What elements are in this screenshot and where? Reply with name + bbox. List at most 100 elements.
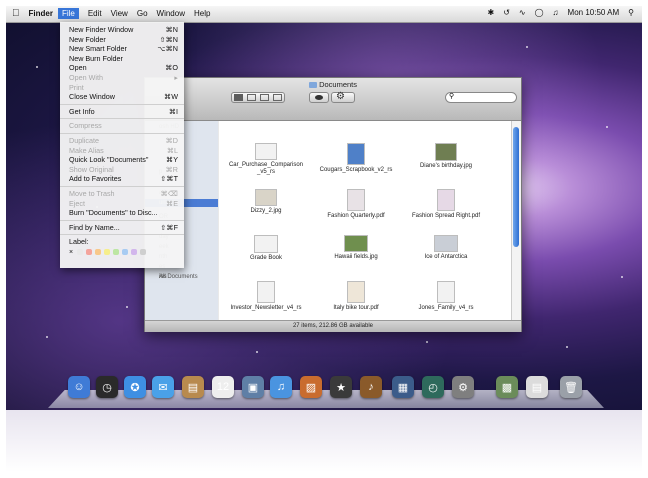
scrollbar-thumb[interactable] [513,127,519,247]
ichat-icon[interactable]: ✉ [152,376,174,398]
menu-item-get-info[interactable]: Get Info ⌘I [60,107,184,117]
preview-icon[interactable]: ▣ [242,376,264,398]
menu-separator [60,103,184,105]
apple-menu-icon[interactable]:  [12,8,20,19]
list-view-button[interactable] [247,94,256,101]
finder-window-title: Documents [145,80,521,89]
itunes-icon[interactable]: ♫ [270,376,292,398]
menu-separator [60,219,184,221]
menu-item-new-folder[interactable]: New Folder ⇧⌘N [60,35,184,45]
ichat-status-icon[interactable]: ◯ [535,8,544,17]
icon-view-button[interactable] [234,94,243,101]
menu-clock[interactable]: Mon 10:50 AM [568,8,620,17]
menu-item-move-to-trash: Move to Trash ⌘⌫ [69,188,178,198]
file-item[interactable]: Ice of Antarctica [404,235,488,261]
menu-item-compress: Compress [69,121,102,131]
search-input[interactable]: ⚲ [445,92,517,103]
menu-item-open-with: Open With ▸ [69,72,178,82]
label-swatch-orange[interactable] [95,249,102,256]
photo-stack-icon[interactable]: ▩ [496,376,518,398]
menu-separator [60,234,184,236]
bluetooth-icon[interactable]: ✱ [487,8,494,17]
label-swatch-purple[interactable] [131,249,138,256]
file-item[interactable]: Cougars_Scrapbook_v2_rs [314,143,398,174]
time-machine-menu-icon[interactable]: ↺ [503,8,510,17]
address-book-icon[interactable]: ▤ [182,376,204,398]
file-item[interactable]: Car_Purchase_Comparison _v5_rs [224,143,308,176]
pdf-icon [347,281,365,303]
view-mode-buttons[interactable] [231,92,285,103]
ical-icon[interactable]: 12 [212,376,234,398]
menu-file[interactable]: File [57,8,79,19]
column-view-button[interactable] [260,94,269,101]
menu-item-new-burn-folder[interactable]: New Burn Folder [60,54,184,64]
menu-item-burn-to-disc[interactable]: Burn "Documents" to Disc... [60,208,184,218]
file-item[interactable]: Italy bike tour.pdf [314,281,398,312]
menu-item-new-smart-folder[interactable]: New Smart Folder ⌥⌘N [60,44,184,54]
menu-item-show-original: Show Original ⌘R [69,164,178,174]
file-item[interactable]: Fashion Quarterly.pdf [314,189,398,220]
photo-icon [434,235,458,252]
safari-icon[interactable]: ✪ [124,376,146,398]
file-item[interactable]: Investor_Newsletter_v4_rs [224,281,308,312]
menu-view[interactable]: View [111,9,128,18]
vertical-scrollbar[interactable] [511,121,521,320]
photo-icon [347,143,365,165]
menu-edit[interactable]: Edit [88,9,102,18]
finder-window[interactable]: Documents ⚙ ⚲ osh HD p ations uments [144,77,522,332]
documents-stack-icon[interactable]: ▤ [526,376,548,398]
menu-separator [60,132,184,134]
file-item[interactable]: Hawaii fields.jpg [314,235,398,261]
file-item[interactable]: Fashion Spread Right.pdf [404,189,488,220]
label-swatch-yellow[interactable] [104,249,111,256]
dashboard-icon[interactable]: ◷ [96,376,118,398]
menu-item-new-finder-window[interactable]: New Finder Window ⌘N [60,25,184,35]
label-swatch-red[interactable] [86,249,93,256]
document-icon [437,281,455,303]
sidebar-item-all-documents[interactable]: All Documents [145,273,218,281]
menu-item-duplicate: Duplicate ⌘D [69,135,178,145]
label-swatch-blue[interactable] [122,249,129,256]
menu-item-make-alias: Make Alias ⌘L [69,145,178,155]
finder-toolbar: Documents ⚙ ⚲ [145,78,521,121]
file-item[interactable]: Diane's birthday.jpg [404,143,488,170]
menu-item-quick-look[interactable]: Quick Look "Documents" ⌘Y [60,155,184,165]
menu-help[interactable]: Help [194,9,210,18]
menu-separator [60,185,184,187]
system-preferences-icon[interactable]: ⚙ [452,376,474,398]
finder-icon[interactable]: ☺ [68,376,90,398]
label-swatch-gray-light[interactable] [77,249,84,256]
wifi-icon[interactable]: ∿ [519,8,526,17]
file-item[interactable]: Grade Book [224,235,308,262]
trash-icon[interactable]: 🗑 [560,376,582,398]
label-swatch-green[interactable] [113,249,120,256]
menu-finder[interactable]: Finder [29,9,53,18]
volume-icon[interactable]: ♫ [553,8,559,17]
menu-item-close-window[interactable]: Close Window ⌘W [60,92,184,102]
label-color-swatches: × [60,249,184,256]
menu-item-add-to-favorites[interactable]: Add to Favorites ⇧⌘T [60,174,184,184]
spotlight-icon[interactable]: ⚲ [628,8,634,17]
menu-window[interactable]: Window [157,9,185,18]
action-menu-button[interactable]: ⚙ [331,91,355,103]
quick-look-button[interactable] [309,92,329,103]
menu-item-eject: Eject ⌘E [69,198,178,208]
label-swatch-gray[interactable] [140,249,147,256]
file-item[interactable]: Dizzy_2.jpg [224,189,308,215]
search-icon: ⚲ [449,93,455,100]
cover-flow-button[interactable] [273,94,282,101]
garageband-icon[interactable]: ♪ [360,376,382,398]
menu-item-open[interactable]: Open ⌘O [60,63,184,73]
imovie-icon[interactable]: ★ [330,376,352,398]
menu-go[interactable]: Go [137,9,148,18]
status-bar: 27 items, 212.86 GB available [145,320,521,332]
document-icon [255,143,277,160]
file-item[interactable]: Jones_Family_v4_rs [404,281,488,312]
menu-item-find-by-name[interactable]: Find by Name... ⇧⌘F [60,223,184,233]
menu-item-print: Print [69,82,84,92]
time-machine-icon[interactable]: ◴ [422,376,444,398]
label-none-icon[interactable]: × [69,249,73,256]
spaces-icon[interactable]: ▦ [392,376,414,398]
photo-icon [255,189,277,206]
iphoto-icon[interactable]: ▨ [300,376,322,398]
